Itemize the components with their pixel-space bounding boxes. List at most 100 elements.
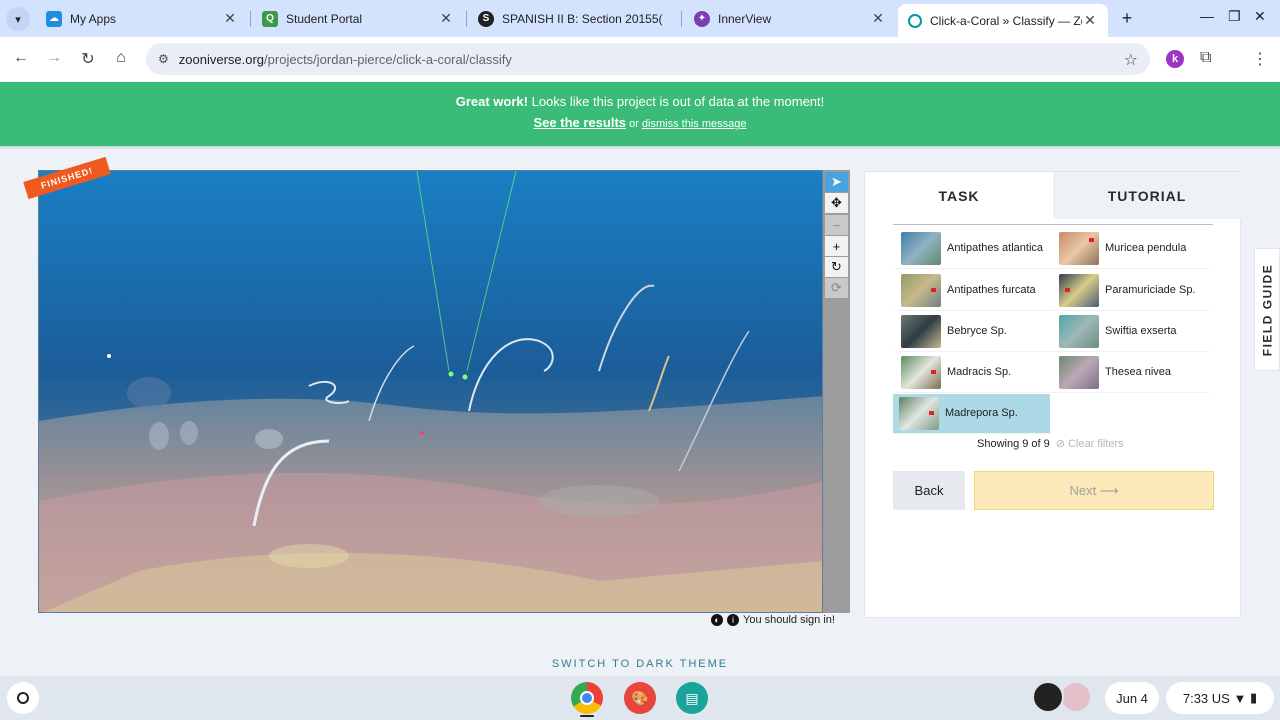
choice-muricea-pendula[interactable]: Muricea pendula	[1053, 229, 1210, 269]
choice-thesea-nivea[interactable]: Thesea nivea	[1053, 353, 1210, 393]
choice-antipathes-atlantica[interactable]: Antipathes atlantica	[895, 229, 1052, 269]
coral-thumbnail	[901, 356, 941, 389]
tab-title: Click-a-Coral » Classify — Zoo	[930, 13, 1082, 28]
avatar	[1032, 681, 1064, 713]
close-icon[interactable]: ✕	[1082, 12, 1098, 29]
date-text: Jun 4	[1116, 690, 1148, 706]
choice-label: Swiftia exserta	[1105, 325, 1177, 337]
choice-bebryce[interactable]: Bebryce Sp.	[895, 312, 1052, 352]
minimize-icon[interactable]: —	[1200, 8, 1214, 24]
back-arrow-icon[interactable]: ←	[11, 49, 31, 67]
date-pill[interactable]: Jun 4	[1105, 682, 1159, 714]
tab-divider	[250, 11, 251, 27]
status-tray[interactable]: 7:33 US ▼ ▮	[1166, 682, 1274, 714]
bookmark-star-icon[interactable]: ☆	[1124, 50, 1138, 70]
close-icon[interactable]: ✕	[438, 10, 454, 27]
tab-search-button[interactable]: ▾	[6, 7, 30, 31]
locale-text: US	[1211, 690, 1230, 706]
close-icon[interactable]: ✕	[870, 10, 886, 27]
task-panel: TASK TUTORIAL Antipathes atlantica Muric…	[864, 171, 1241, 618]
choice-madracis[interactable]: Madracis Sp.	[895, 353, 1052, 393]
marker	[929, 411, 934, 415]
coral-thumbnail	[901, 232, 941, 265]
extension-k-icon[interactable]: k	[1166, 50, 1184, 68]
banner-or: or	[626, 118, 642, 130]
subject-image[interactable]	[38, 170, 823, 613]
choice-label: Thesea nivea	[1105, 366, 1172, 378]
tab-click-a-coral[interactable]: Click-a-Coral » Classify — Zoo ✕	[898, 4, 1108, 37]
new-tab-button[interactable]: +	[1116, 8, 1138, 29]
tab-task[interactable]: TASK	[865, 172, 1053, 219]
coral-thumbnail	[899, 397, 939, 430]
choice-swiftia-exserta[interactable]: Swiftia exserta	[1053, 312, 1210, 352]
field-guide-tab[interactable]: FIELD GUIDE	[1254, 248, 1280, 371]
tab-my-apps[interactable]: ☁ My Apps ✕	[36, 0, 248, 37]
pointer-icon[interactable]: ➤	[825, 172, 848, 192]
tab-title: Student Portal	[286, 11, 363, 26]
marker	[931, 370, 936, 374]
info-icon[interactable]: i	[727, 614, 739, 626]
reload-icon[interactable]: ↻	[78, 49, 98, 69]
classroom-app-icon[interactable]: ▤	[676, 682, 708, 714]
wifi-icon: ▼	[1233, 690, 1247, 706]
coral-thumbnail	[901, 315, 941, 348]
next-button[interactable]: Next ⟶	[974, 471, 1214, 510]
more-menu-icon[interactable]: ⋮	[1252, 49, 1268, 69]
banner-great-work: Great work!	[455, 94, 528, 109]
close-window-icon[interactable]: ✕	[1254, 8, 1266, 25]
zoom-out-icon[interactable]: −	[825, 215, 848, 235]
zoom-in-icon[interactable]: +	[825, 236, 848, 256]
cloud-icon: ☁	[46, 10, 62, 27]
tab-title: SPANISH II B: Section 20155(	[502, 11, 663, 26]
arrow-right-icon: ⟶	[1099, 482, 1119, 498]
choice-label: Antipathes furcata	[947, 284, 1036, 296]
back-button[interactable]: Back	[893, 471, 965, 510]
see-results-link[interactable]: See the results	[534, 115, 627, 130]
tab-title: My Apps	[70, 11, 117, 26]
sign-in-prompt: You should sign in!	[743, 614, 835, 626]
marker	[1065, 288, 1070, 292]
home-icon[interactable]: ⌂	[111, 49, 131, 67]
forward-arrow-icon[interactable]: →	[44, 49, 64, 67]
marker	[1089, 238, 1094, 242]
time-text: 7:33	[1182, 690, 1209, 706]
out-of-data-banner: Great work! Looks like this project is o…	[0, 82, 1280, 146]
palette-app-icon[interactable]: 🎨	[624, 682, 656, 714]
choice-antipathes-furcata[interactable]: Antipathes furcata	[895, 271, 1052, 311]
tray-avatars[interactable]	[1032, 681, 1094, 713]
choice-label: Muricea pendula	[1105, 242, 1187, 254]
site-info-icon[interactable]: ⚙	[158, 52, 169, 66]
launcher-button[interactable]	[7, 682, 39, 714]
address-bar[interactable]: ⚙ zooniverse.org/projects/jordan-pierce/…	[146, 43, 1150, 75]
chrome-app-icon[interactable]	[571, 682, 603, 714]
active-app-indicator	[580, 715, 594, 717]
invert-icon[interactable]: ◐	[711, 614, 723, 626]
choice-madrepora[interactable]: Madrepora Sp.	[893, 394, 1050, 434]
next-label: Next	[1069, 483, 1097, 498]
image-tools-bar: ➤ ✥ − + ↻ ⟳	[823, 170, 850, 613]
q-logo-icon: Q	[262, 10, 278, 27]
tab-student-portal[interactable]: Q Student Portal ✕	[252, 0, 464, 37]
coral-thumbnail	[1059, 232, 1099, 265]
banner-text: Looks like this project is out of data a…	[527, 94, 825, 109]
battery-icon: ▮	[1249, 690, 1258, 705]
switch-dark-theme-button[interactable]: SWITCH TO DARK THEME	[0, 658, 1280, 670]
tab-title: InnerView	[718, 11, 772, 26]
subject-meta: ◐ i You should sign in!	[711, 614, 835, 626]
move-icon[interactable]: ✥	[825, 193, 848, 213]
coral-thumbnail	[1059, 356, 1099, 389]
close-icon[interactable]: ✕	[222, 10, 238, 27]
restore-icon[interactable]: ❐	[1228, 8, 1241, 25]
clear-filters-button[interactable]: ⊘ Clear filters	[1056, 437, 1124, 450]
extensions-puzzle-icon[interactable]: ⧉	[1200, 49, 1211, 67]
url-path: /projects/jordan-pierce/click-a-coral/cl…	[264, 51, 512, 67]
tab-spanish[interactable]: S SPANISH II B: Section 20155(	[468, 0, 678, 37]
coral-thumbnail	[1059, 274, 1099, 307]
rotate-icon[interactable]: ↻	[825, 257, 848, 277]
reset-icon[interactable]: ⟳	[825, 278, 848, 298]
choice-label: Paramuriciade Sp.	[1105, 284, 1196, 296]
dismiss-message-link[interactable]: dismiss this message	[642, 118, 747, 130]
tab-tutorial[interactable]: TUTORIAL	[1053, 172, 1241, 219]
choice-paramuriciade[interactable]: Paramuriciade Sp.	[1053, 271, 1210, 311]
tab-innerview[interactable]: ✦ InnerView ✕	[684, 0, 896, 37]
